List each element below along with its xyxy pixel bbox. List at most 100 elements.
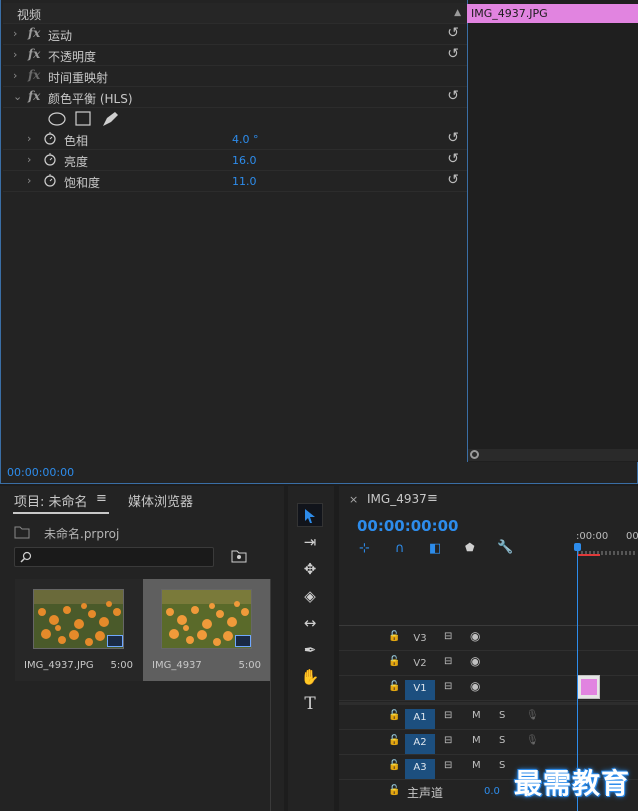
slip-tool-icon[interactable]: ↔ (297, 611, 323, 635)
track-name[interactable]: A1 (405, 709, 435, 729)
chevron-right-icon[interactable]: › (13, 69, 17, 82)
pen-mask-icon[interactable] (103, 112, 118, 126)
ripple-edit-tool-icon[interactable]: ✥ (297, 557, 323, 581)
effect-timecode[interactable]: 00:00:00:00 (7, 466, 74, 479)
reset-icon[interactable]: ↺ (447, 172, 459, 188)
search-input[interactable] (14, 547, 214, 567)
nest-toggle-icon[interactable]: ⊹ (359, 541, 370, 556)
effect-timeline-scrollbar[interactable] (468, 449, 638, 461)
effect-timeline-area[interactable] (467, 0, 638, 462)
eye-icon[interactable]: ◉ (470, 679, 480, 693)
chevron-right-icon[interactable]: › (27, 132, 31, 145)
mute-button[interactable]: M (472, 735, 481, 746)
chevron-down-icon[interactable]: ⌄ (13, 90, 22, 103)
rectangle-mask-icon[interactable] (75, 111, 91, 126)
solo-button[interactable]: S (499, 735, 505, 746)
eye-icon[interactable]: ◉ (470, 654, 480, 668)
track-a2[interactable]: 🔓 A2 ⊟ M S 🎙 (339, 730, 638, 755)
sync-lock-icon[interactable]: ⊟ (444, 760, 452, 771)
hand-tool-icon[interactable]: ✋ (297, 665, 323, 689)
chevron-right-icon[interactable]: › (27, 174, 31, 187)
razor-tool-icon[interactable]: ◈ (297, 584, 323, 608)
close-tab-icon[interactable]: × (349, 493, 358, 506)
chevron-right-icon[interactable]: › (13, 48, 17, 61)
selection-tool-icon[interactable] (297, 503, 323, 527)
effect-row-time-remap[interactable]: › fx 时间重映射 (3, 66, 467, 87)
stopwatch-icon[interactable] (43, 152, 57, 166)
reset-icon[interactable]: ↺ (447, 46, 459, 62)
lock-icon[interactable]: 🔓 (388, 681, 400, 692)
fx-icon[interactable]: fx (28, 26, 40, 40)
lock-icon[interactable]: 🔓 (388, 631, 400, 642)
chevron-right-icon[interactable]: › (13, 27, 17, 40)
lock-icon[interactable]: 🔓 (388, 785, 400, 796)
project-item[interactable]: IMG_4937.JPG 5:00 (15, 579, 143, 681)
tab-media-browser[interactable]: 媒体浏览器 (128, 491, 193, 510)
track-v2[interactable]: 🔓 V2 ⊟ ◉ (339, 651, 638, 676)
panel-menu-icon[interactable]: ≡ (427, 491, 438, 506)
type-tool-icon[interactable]: T (297, 692, 323, 716)
param-value[interactable]: 16.0 (232, 154, 257, 167)
effect-row-color-balance[interactable]: ⌄ fx 颜色平衡 (HLS) ↺ (3, 87, 467, 108)
microphone-icon[interactable]: 🎙 (526, 710, 539, 721)
track-a1[interactable]: 🔓 A1 ⊟ M S 🎙 (339, 705, 638, 730)
lock-icon[interactable]: 🔓 (388, 735, 400, 746)
scroll-knob[interactable] (470, 450, 479, 459)
track-select-tool-icon[interactable]: ⇥ (297, 530, 323, 554)
chevron-right-icon[interactable]: › (27, 153, 31, 166)
param-row-brightness[interactable]: › 亮度 16.0 ↺ (3, 150, 467, 171)
reset-icon[interactable]: ↺ (447, 151, 459, 167)
sequence-timecode[interactable]: 00:00:00:00 (357, 517, 459, 535)
track-v3[interactable]: 🔓 V3 ⊟ ◉ (339, 626, 638, 651)
reset-icon[interactable]: ↺ (447, 25, 459, 41)
fx-icon[interactable]: fx (28, 47, 40, 61)
linked-selection-icon[interactable]: ◧ (429, 541, 441, 556)
lock-icon[interactable]: 🔓 (388, 656, 400, 667)
effect-row-opacity[interactable]: › fx 不透明度 ↺ (3, 45, 467, 66)
reset-icon[interactable]: ↺ (447, 88, 459, 104)
track-name[interactable]: A2 (405, 734, 435, 754)
master-volume-value[interactable]: 0.0 (484, 786, 500, 797)
mute-button[interactable]: M (472, 760, 481, 771)
track-name[interactable]: V1 (405, 680, 435, 700)
stopwatch-icon[interactable] (43, 131, 57, 145)
sync-lock-icon[interactable]: ⊟ (444, 735, 452, 746)
microphone-icon[interactable]: 🎙 (526, 735, 539, 746)
new-bin-icon[interactable] (231, 549, 247, 563)
lock-icon[interactable]: 🔓 (388, 760, 400, 771)
effect-row-motion[interactable]: › fx 运动 ↺ (3, 24, 467, 45)
playhead-handle[interactable] (574, 543, 581, 551)
ellipse-mask-icon[interactable] (48, 112, 66, 126)
sync-lock-icon[interactable]: ⊟ (444, 710, 452, 721)
fx-icon[interactable]: fx (28, 68, 40, 82)
effect-clip-bar[interactable]: IMG_4937.JPG (467, 4, 638, 23)
wrench-icon[interactable]: 🔧 (497, 540, 513, 555)
time-ruler[interactable]: :00:00 00 (576, 526, 638, 560)
collapse-arrow-icon[interactable]: ▲ (454, 8, 461, 18)
param-row-saturation[interactable]: › 饱和度 11.0 ↺ (3, 171, 467, 192)
param-value[interactable]: 4.0 ° (232, 133, 259, 146)
mute-button[interactable]: M (472, 710, 481, 721)
stopwatch-icon[interactable] (43, 173, 57, 187)
project-item-selected[interactable]: IMG_4937 5:00 (143, 579, 271, 681)
track-name[interactable]: V3 (405, 630, 435, 650)
param-row-hue[interactable]: › 色相 4.0 ° ↺ (3, 129, 467, 150)
tab-sequence[interactable]: IMG_4937 (367, 492, 427, 506)
timeline-clip[interactable] (577, 675, 600, 699)
add-marker-icon[interactable]: ⬟ (465, 541, 475, 554)
snap-magnet-icon[interactable]: ∩ (395, 541, 405, 556)
sync-lock-icon[interactable]: ⊟ (444, 656, 452, 667)
solo-button[interactable]: S (499, 760, 505, 771)
eye-icon[interactable]: ◉ (470, 629, 480, 643)
panel-menu-icon[interactable]: ≡ (96, 491, 107, 506)
tab-project[interactable]: 项目: 未命名 (14, 491, 88, 510)
track-name[interactable]: A3 (405, 759, 435, 779)
lock-icon[interactable]: 🔓 (388, 710, 400, 721)
track-name[interactable]: V2 (405, 655, 435, 675)
pen-tool-icon[interactable]: ✒ (297, 638, 323, 662)
sync-lock-icon[interactable]: ⊟ (444, 681, 452, 692)
param-value[interactable]: 11.0 (232, 175, 257, 188)
video-section-header[interactable]: 视频 ▲ (3, 3, 467, 24)
sync-lock-icon[interactable]: ⊟ (444, 631, 452, 642)
solo-button[interactable]: S (499, 710, 505, 721)
